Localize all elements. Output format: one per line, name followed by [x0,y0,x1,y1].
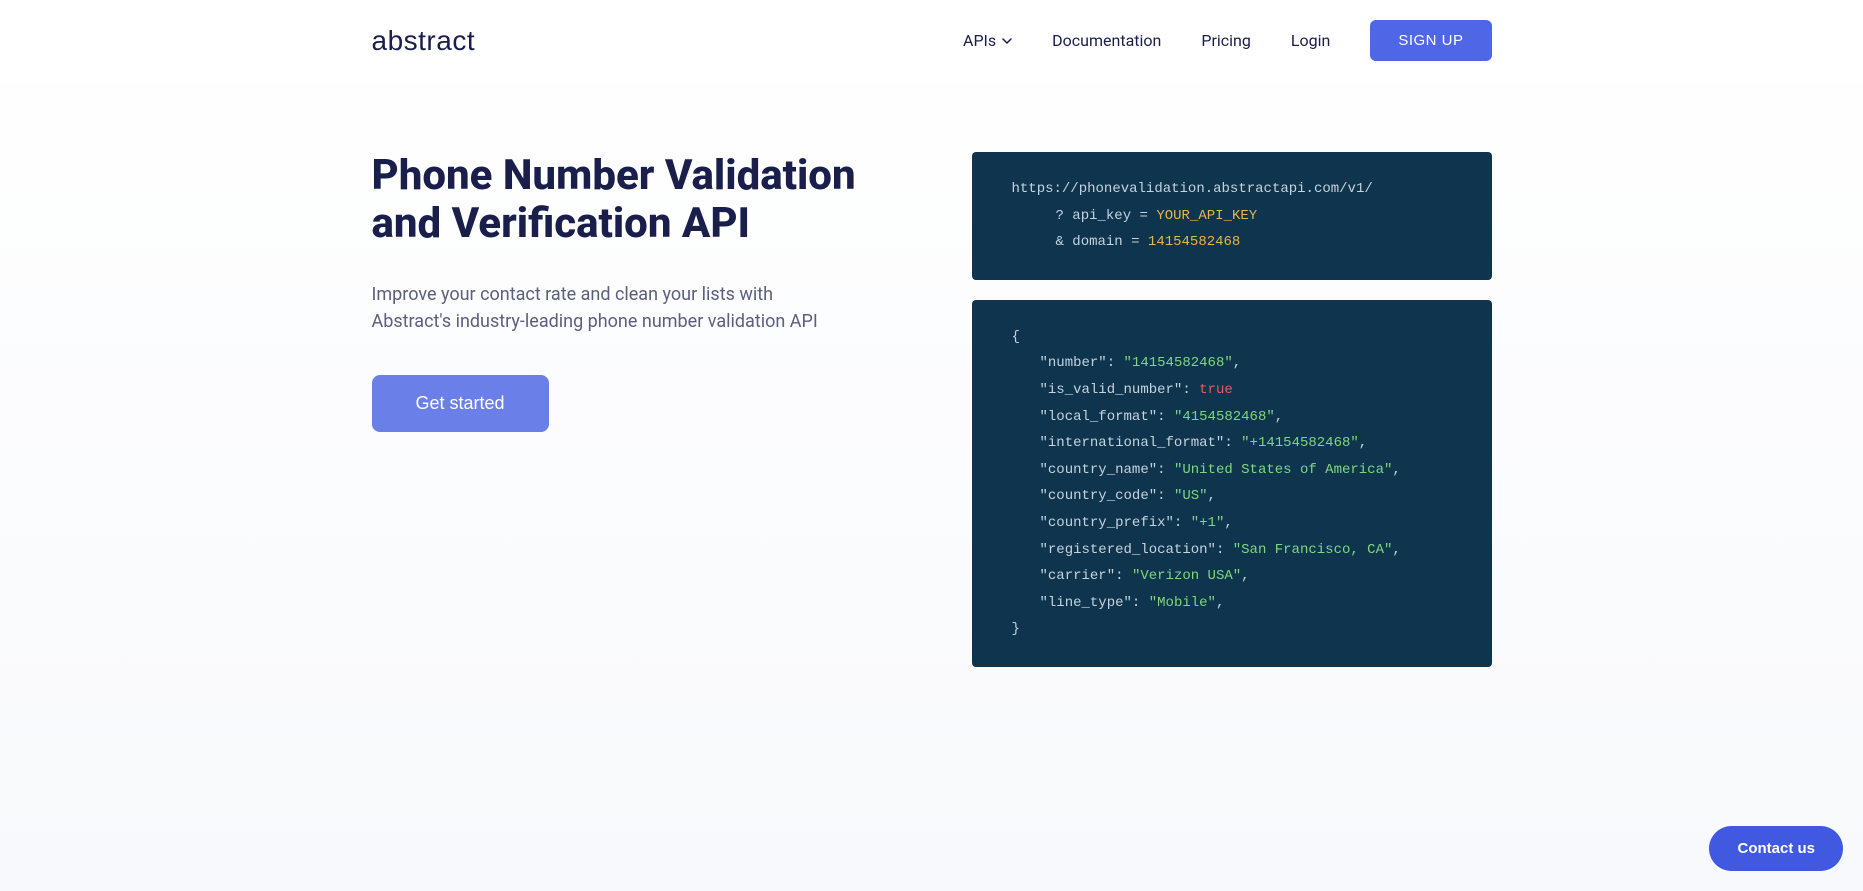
get-started-button[interactable]: Get started [372,375,549,432]
logo[interactable]: abstract [372,25,476,57]
request-param-domain: & domain = 14154582468 [1012,229,1452,256]
response-field: "is_valid_number": true [1012,377,1452,404]
response-field: "carrier": "Verizon USA", [1012,563,1452,590]
nav: abstract APIs Documentation Pricing Logi… [372,20,1492,61]
chevron-down-icon [1002,38,1012,44]
request-param-apikey: ? api_key = YOUR_API_KEY [1012,203,1452,230]
nav-apis[interactable]: APIs [963,31,1012,50]
page-title: Phone Number Validation and Verification… [372,152,892,249]
nav-links: APIs Documentation Pricing Login SIGN UP [963,20,1491,61]
request-code-block: https://phonevalidation.abstractapi.com/… [972,152,1492,280]
nav-login[interactable]: Login [1291,31,1330,50]
code-examples: https://phonevalidation.abstractapi.com/… [972,152,1492,667]
response-field: "line_type": "Mobile", [1012,590,1452,617]
nav-apis-label: APIs [963,31,996,50]
response-field: "local_format": "4154582468", [1012,404,1452,431]
response-field: "country_code": "US", [1012,483,1452,510]
header: abstract APIs Documentation Pricing Logi… [0,0,1863,82]
response-field: "international_format": "+14154582468", [1012,430,1452,457]
nav-pricing[interactable]: Pricing [1201,31,1251,50]
response-field: "number": "14154582468", [1012,350,1452,377]
nav-documentation[interactable]: Documentation [1052,31,1161,50]
main: Phone Number Validation and Verification… [0,82,1863,747]
response-field: "registered_location": "San Francisco, C… [1012,537,1452,564]
response-field: "country_name": "United States of Americ… [1012,457,1452,484]
request-url: https://phonevalidation.abstractapi.com/… [1012,176,1452,203]
signup-button[interactable]: SIGN UP [1370,20,1491,61]
response-field: "country_prefix": "+1", [1012,510,1452,537]
response-code-block: { "number": "14154582468","is_valid_numb… [972,300,1492,667]
hero-content: Phone Number Validation and Verification… [372,152,892,432]
contact-us-button[interactable]: Contact us [1709,826,1843,871]
response-open-brace: { [1012,324,1452,351]
response-close-brace: } [1012,616,1452,643]
page-subtitle: Improve your contact rate and clean your… [372,281,852,335]
